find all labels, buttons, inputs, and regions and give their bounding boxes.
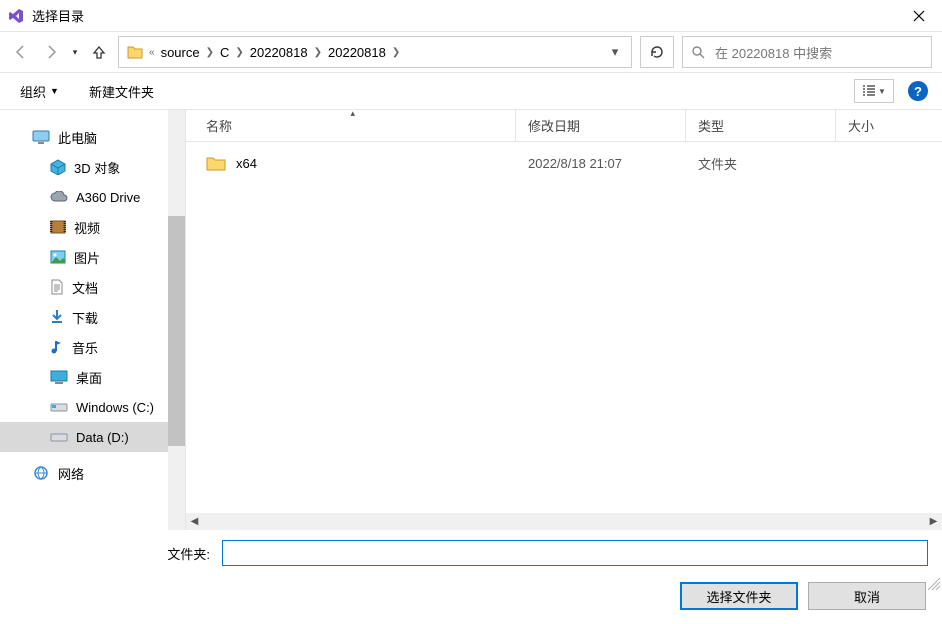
cancel-button[interactable]: 取消 bbox=[808, 582, 926, 610]
drive-icon bbox=[50, 401, 68, 413]
breadcrumb-item[interactable]: source bbox=[157, 43, 204, 62]
column-date[interactable]: 修改日期 bbox=[516, 110, 686, 141]
sidebar-item-drive-c[interactable]: Windows (C:) bbox=[0, 392, 185, 422]
window-title: 选择目录 bbox=[32, 6, 896, 25]
close-button[interactable] bbox=[896, 0, 942, 32]
sidebar-item-drive-d[interactable]: Data (D:) bbox=[0, 422, 185, 452]
address-dropdown[interactable]: ▾ bbox=[603, 44, 627, 60]
network-icon bbox=[32, 466, 50, 480]
horizontal-scrollbar[interactable]: ◀ ▶ bbox=[186, 513, 942, 530]
chevron-right-icon[interactable]: ❯ bbox=[233, 47, 245, 58]
new-folder-button[interactable]: 新建文件夹 bbox=[83, 78, 160, 105]
footer: 文件夹: 选择文件夹 取消 bbox=[0, 530, 942, 624]
main-area: 此电脑 3D 对象 A360 Drive 视频 图片 文档 下载 音乐 bbox=[0, 110, 942, 530]
list-icon bbox=[862, 85, 876, 97]
chevron-down-icon: ▼ bbox=[878, 87, 886, 96]
sidebar-item-videos[interactable]: 视频 bbox=[0, 212, 185, 242]
document-icon bbox=[50, 279, 64, 295]
sidebar-item-this-pc[interactable]: 此电脑 bbox=[0, 122, 185, 152]
scroll-left-icon[interactable]: ◀ bbox=[186, 513, 203, 530]
picture-icon bbox=[50, 250, 66, 264]
music-icon bbox=[50, 339, 64, 355]
column-type[interactable]: 类型 bbox=[686, 110, 836, 141]
app-icon bbox=[8, 8, 24, 24]
breadcrumb-item[interactable]: C bbox=[216, 43, 233, 62]
column-size[interactable]: 大小 bbox=[836, 110, 942, 141]
help-button[interactable]: ? bbox=[908, 81, 928, 101]
column-name[interactable]: ▴名称 bbox=[186, 110, 516, 141]
view-options-button[interactable]: ▼ bbox=[854, 79, 894, 103]
organize-button[interactable]: 组织 ▼ bbox=[14, 78, 65, 105]
forward-button[interactable] bbox=[40, 41, 62, 63]
chevron-down-icon: ▼ bbox=[50, 86, 59, 96]
files-area: ▴名称 修改日期 类型 大小 x64 2022/8/18 21:07 文件夹 ◀… bbox=[186, 110, 942, 530]
chevron-right-icon[interactable]: ❯ bbox=[312, 47, 324, 58]
sidebar-item-3d-objects[interactable]: 3D 对象 bbox=[0, 152, 185, 182]
search-input[interactable]: 在 20220818 中搜索 bbox=[682, 36, 932, 68]
scroll-right-icon[interactable]: ▶ bbox=[925, 513, 942, 530]
computer-icon bbox=[32, 130, 50, 144]
search-placeholder: 在 20220818 中搜索 bbox=[715, 43, 832, 62]
select-folder-button[interactable]: 选择文件夹 bbox=[680, 582, 798, 610]
back-button[interactable] bbox=[10, 41, 32, 63]
desktop-icon bbox=[50, 370, 68, 384]
breadcrumb-overflow[interactable]: « bbox=[147, 47, 157, 58]
sidebar-item-downloads[interactable]: 下载 bbox=[0, 302, 185, 332]
folder-label: 文件夹: bbox=[14, 544, 214, 563]
sidebar-item-desktop[interactable]: 桌面 bbox=[0, 362, 185, 392]
video-icon bbox=[50, 220, 66, 234]
sidebar-item-pictures[interactable]: 图片 bbox=[0, 242, 185, 272]
folder-icon bbox=[206, 155, 226, 171]
chevron-right-icon[interactable]: ❯ bbox=[204, 47, 216, 58]
toolbar: 组织 ▼ 新建文件夹 ▼ ? bbox=[0, 72, 942, 110]
sidebar-item-documents[interactable]: 文档 bbox=[0, 272, 185, 302]
chevron-right-icon[interactable]: ❯ bbox=[390, 47, 402, 58]
drive-icon bbox=[50, 431, 68, 443]
download-icon bbox=[50, 309, 64, 325]
sidebar-item-a360[interactable]: A360 Drive bbox=[0, 182, 185, 212]
sidebar-scrollbar-thumb[interactable] bbox=[168, 216, 185, 446]
resize-grip-icon[interactable] bbox=[928, 578, 940, 590]
sort-indicator-icon: ▴ bbox=[351, 108, 356, 119]
navigation-row: ▾ « source ❯ C ❯ 20220818 ❯ 20220818 ❯ ▾… bbox=[0, 32, 942, 72]
folder-icon bbox=[126, 43, 144, 61]
breadcrumb-item[interactable]: 20220818 bbox=[246, 43, 312, 62]
cloud-icon bbox=[50, 191, 68, 203]
item-date: 2022/8/18 21:07 bbox=[516, 156, 686, 171]
up-button[interactable] bbox=[88, 41, 110, 63]
sidebar: 此电脑 3D 对象 A360 Drive 视频 图片 文档 下载 音乐 bbox=[0, 110, 186, 530]
refresh-button[interactable] bbox=[640, 36, 674, 68]
search-icon bbox=[691, 45, 705, 59]
sidebar-item-music[interactable]: 音乐 bbox=[0, 332, 185, 362]
list-item[interactable]: x64 2022/8/18 21:07 文件夹 bbox=[186, 148, 942, 178]
sidebar-item-network[interactable]: 网络 bbox=[0, 458, 185, 488]
title-bar: 选择目录 bbox=[0, 0, 942, 32]
breadcrumb-item[interactable]: 20220818 bbox=[324, 43, 390, 62]
history-dropdown[interactable]: ▾ bbox=[70, 41, 80, 63]
column-headers: ▴名称 修改日期 类型 大小 bbox=[186, 110, 942, 142]
cube-icon bbox=[50, 159, 66, 175]
address-bar[interactable]: « source ❯ C ❯ 20220818 ❯ 20220818 ❯ ▾ bbox=[118, 36, 632, 68]
item-type: 文件夹 bbox=[686, 154, 836, 173]
file-list: x64 2022/8/18 21:07 文件夹 bbox=[186, 142, 942, 513]
folder-input[interactable] bbox=[222, 540, 928, 566]
item-name: x64 bbox=[236, 156, 257, 171]
